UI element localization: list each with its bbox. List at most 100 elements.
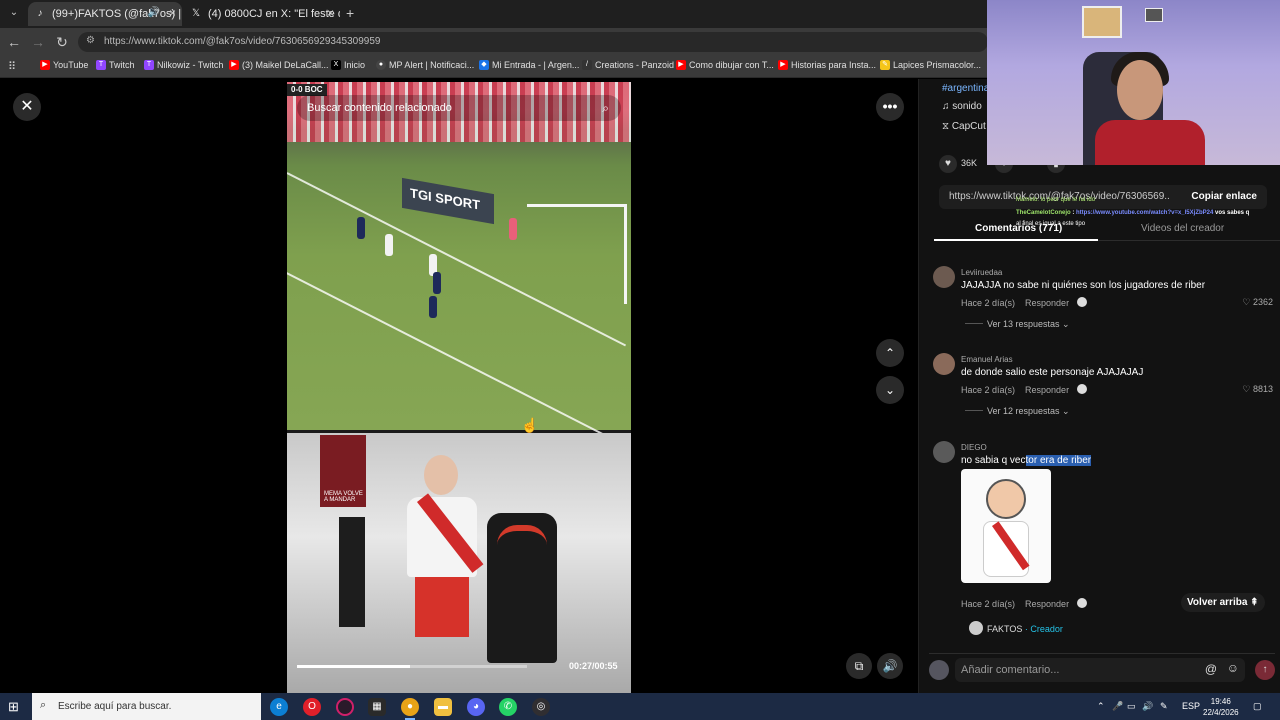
avatar[interactable] <box>969 621 983 635</box>
avatar[interactable] <box>933 266 955 288</box>
x-icon: 𝕏 <box>191 8 201 19</box>
edge-icon[interactable]: e <box>270 698 288 716</box>
bookmark-youtube[interactable]: ▶ YouTube <box>40 60 88 70</box>
reply-button[interactable]: Responder <box>1025 298 1069 308</box>
whatsapp-icon[interactable]: ✆ <box>499 698 517 716</box>
new-tab-button[interactable]: + <box>346 5 354 21</box>
chevron-up-icon[interactable]: ⌃ <box>876 339 904 367</box>
hashtag-link[interactable]: #argentina <box>942 83 989 94</box>
reload-icon[interactable]: ↻ <box>54 34 70 50</box>
tab-x[interactable]: 𝕏 (4) 0800CJ en X: "El feste de "lo × <box>184 2 340 26</box>
video-progress-bar[interactable] <box>297 665 527 668</box>
related-search-input[interactable]: Buscar contenido relacionado ⌕ <box>297 95 621 121</box>
store-icon[interactable]: ▦ <box>368 698 386 716</box>
chevron-down-icon[interactable]: ⌄ <box>876 376 904 404</box>
discord-icon[interactable]: ◕ <box>467 698 485 716</box>
url-path: /@fak7os/video/7630656929345309959 <box>202 36 381 47</box>
search-icon: ⌕ <box>40 699 47 711</box>
windows-start-icon[interactable]: ⊞ <box>8 699 19 715</box>
heart-icon: ♡ <box>1242 384 1253 394</box>
language-indicator[interactable]: ESP <box>1182 701 1200 711</box>
bookmark-nilkowiz[interactable]: T Nilkowiz - Twitch <box>144 60 223 70</box>
back-icon[interactable]: ← <box>6 34 22 50</box>
person-head <box>424 455 458 495</box>
comment-sticker-image[interactable] <box>961 469 1051 583</box>
notification-icon[interactable]: ▢ <box>1253 701 1262 712</box>
close-icon[interactable]: ✕ <box>13 93 41 121</box>
file-explorer-icon[interactable]: ▬ <box>434 698 452 716</box>
reply-button[interactable]: Responder <box>1025 599 1069 609</box>
microphone-icon[interactable]: 🎤 <box>1112 701 1123 712</box>
tab-title: (99+)FAKTOS (@fak7os) | T <box>52 8 182 20</box>
reply-button[interactable]: Responder <box>1025 385 1069 395</box>
bookmark-dibujar[interactable]: ▶ Como dibujar con T... <box>676 60 774 70</box>
sound-link[interactable]: ♫ sonido <box>942 101 982 112</box>
tab-creator-videos[interactable]: Videos del creador <box>1141 223 1224 234</box>
comment-meta: Hace 2 día(s) Responder <box>961 297 1088 308</box>
view-replies-button[interactable]: Ver 12 respuestas ⌄ <box>965 406 1070 417</box>
windows-taskbar: ⊞ ⌕ Escribe aquí para buscar. e O ▦ ● ▬ … <box>0 693 1280 720</box>
comment-text: no sabia q vector era de riber <box>961 455 1092 466</box>
video-info-panel: #argentina ♫ sonido ⧖ CapCut ♥36K ● ▮ ht… <box>918 79 1280 693</box>
chrome-icon[interactable]: ● <box>401 698 419 720</box>
volume-icon[interactable]: 🔊 <box>1142 701 1153 712</box>
close-tab-icon[interactable]: × <box>327 6 334 20</box>
emoji-icon[interactable]: ☺ <box>1227 661 1239 675</box>
site-info-icon[interactable]: ⚙ <box>86 35 95 46</box>
obs-icon[interactable]: ◎ <box>532 698 550 716</box>
bookmark-mp-alert[interactable]: ● MP Alert | Notificaci... <box>376 60 474 70</box>
view-replies-button[interactable]: Ver 13 respuestas ⌄ <box>965 319 1070 330</box>
creator-name[interactable]: FAKTOS <box>987 624 1022 634</box>
inset-image: MEMA VOLVE A MANDAR <box>320 435 366 507</box>
copy-link-button[interactable]: Copiar enlace <box>1191 191 1257 202</box>
capcut-link[interactable]: ⧖ CapCut <box>942 121 986 132</box>
like-button[interactable]: ♥ 36K <box>939 155 977 173</box>
comment-like-button[interactable]: ♡ 8813 <box>1242 384 1273 395</box>
bookmark-twitch[interactable]: T Twitch <box>96 60 135 70</box>
bookmark-maikel[interactable]: ▶ (3) Maikel DeLaCall... <box>229 60 329 70</box>
bookmark-panzoid[interactable]: / Creations - Panzoid <box>582 60 674 70</box>
video-frame-top: TGI SPORT 0-0 BOC <box>287 82 631 446</box>
twitch-icon: T <box>144 60 154 70</box>
close-tab-icon[interactable]: × <box>169 6 176 20</box>
comment-like-button[interactable]: ♡ 2362 <box>1242 297 1273 308</box>
taskbar-clock[interactable]: 19:46 22/4/2026 <box>1203 696 1239 718</box>
back-to-top-button[interactable]: Volver arriba ⇞ <box>1181 593 1265 612</box>
video-player[interactable]: TGI SPORT 0-0 BOC Buscar contenido relac… <box>287 82 631 693</box>
tab-tiktok[interactable]: ♪ (99+)FAKTOS (@fak7os) | T 🔊 × <box>28 2 182 26</box>
taskbar-search-input[interactable]: ⌕ Escribe aquí para buscar. <box>32 693 261 720</box>
tab-search-icon[interactable]: ⌄ <box>6 5 22 21</box>
comment-item: Emanuel Arias de donde salio este person… <box>933 353 1273 423</box>
bookmark-mi-entrada[interactable]: ◆ Mi Entrada - | Argen... <box>479 60 579 70</box>
pip-icon[interactable]: ⧉ <box>846 653 872 679</box>
apps-grid-icon[interactable]: ⠿ <box>8 60 16 73</box>
tray-chevron-icon[interactable]: ⌃ <box>1097 701 1105 712</box>
youtube-icon: ▶ <box>229 60 239 70</box>
url-input[interactable]: ⚙ https://www.tiktok.com/@fak7os/video/7… <box>78 32 988 52</box>
youtube-icon: ▶ <box>778 60 788 70</box>
speaker-icon[interactable]: 🔊 <box>148 7 160 18</box>
comment-username[interactable]: Emanuel Arias <box>961 355 1013 364</box>
mention-icon[interactable]: @ <box>1205 662 1217 676</box>
speaker-object <box>339 517 365 627</box>
creator-reply: FAKTOS · Creador <box>969 621 1063 635</box>
volume-icon[interactable]: 🔊 <box>877 653 903 679</box>
comment-username[interactable]: DIEGO <box>961 443 987 452</box>
comment-username[interactable]: Leviiruedaa <box>961 268 1002 277</box>
bookmark-historias[interactable]: ▶ Historias para Insta... <box>778 60 876 70</box>
player <box>429 296 437 318</box>
avatar[interactable] <box>933 441 955 463</box>
battery-icon[interactable]: ▭ <box>1127 701 1136 712</box>
opera-icon[interactable]: O <box>303 698 321 716</box>
search-icon[interactable]: ⌕ <box>602 101 609 116</box>
network-icon[interactable]: ✎ <box>1160 701 1168 712</box>
more-options-icon[interactable]: ••• <box>876 93 904 121</box>
bookmark-lapices[interactable]: ✎ Lapices Prismacolor... <box>880 60 981 70</box>
comment-input[interactable]: Añadir comentario... @ ☺ <box>955 658 1245 682</box>
bookmark-inicio[interactable]: X Inicio <box>331 60 365 70</box>
heart-icon: ♡ <box>1242 297 1253 307</box>
send-icon[interactable]: ↑ <box>1255 660 1275 680</box>
avatar[interactable] <box>933 353 955 375</box>
forward-icon[interactable]: → <box>30 34 46 50</box>
opera-gx-icon[interactable] <box>336 698 354 716</box>
